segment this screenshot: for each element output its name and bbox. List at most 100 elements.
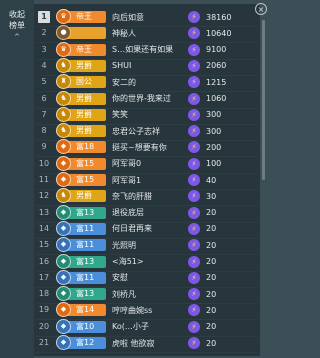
rank-number: 12 bbox=[38, 191, 50, 201]
badge-icon: ◆ bbox=[56, 269, 71, 285]
scrollbar[interactable] bbox=[262, 20, 265, 180]
user-name[interactable]: 挺买~想要有你 bbox=[112, 142, 178, 153]
user-name[interactable]: 哼哼曲婉ss bbox=[112, 305, 178, 316]
lightning-coin-icon: ⚡ bbox=[188, 206, 200, 219]
badge-icon: ◆ bbox=[56, 139, 71, 155]
lightning-coin-icon: ⚡ bbox=[188, 11, 200, 23]
level-badge: ♞ 男爵 bbox=[56, 57, 106, 73]
badge-label: 男爵 bbox=[76, 93, 92, 103]
lightning-coin-icon: ⚡ bbox=[188, 271, 200, 284]
user-badge: ♛ 帝王 bbox=[56, 9, 110, 24]
score-value: 20 bbox=[206, 240, 217, 250]
user-badge: ◆ 富12 bbox=[56, 335, 110, 350]
contribution-score: ⚡ 20 bbox=[188, 337, 258, 349]
badge-icon: ♞ bbox=[56, 188, 71, 204]
level-badge: ◆ 富12 bbox=[56, 335, 106, 350]
user-name[interactable]: 刘桥凡 bbox=[112, 289, 178, 300]
lightning-coin-icon: ⚡ bbox=[188, 108, 200, 121]
user-badge: ◆ 富11 bbox=[56, 269, 110, 285]
rank-number: 13 bbox=[38, 207, 50, 217]
badge-label: 男爵 bbox=[76, 126, 92, 136]
user-badge: ● bbox=[56, 25, 110, 41]
contribution-score: ⚡ 1060 bbox=[188, 92, 258, 105]
lightning-coin-icon: ⚡ bbox=[188, 141, 200, 154]
badge-label: 富12 bbox=[76, 338, 95, 347]
lightning-coin-icon: ⚡ bbox=[188, 190, 200, 203]
user-badge: ♜ 国公 bbox=[56, 74, 110, 90]
contribution-score: ⚡ 300 bbox=[188, 125, 258, 138]
level-badge: ◆ 富15 bbox=[56, 155, 106, 171]
user-badge: ◆ 富11 bbox=[56, 220, 110, 236]
lightning-coin-icon: ⚡ bbox=[188, 59, 200, 72]
badge-label: 男爵 bbox=[76, 109, 92, 119]
level-badge: ◆ 富13 bbox=[56, 286, 106, 302]
user-name[interactable]: 何日君再来 bbox=[112, 223, 178, 234]
score-value: 20 bbox=[206, 208, 217, 218]
collapse-leaderboard-button[interactable]: 收起 榜单 ^ bbox=[3, 9, 31, 43]
badge-icon: ♛ bbox=[56, 9, 71, 24]
rank-number: 6 bbox=[41, 93, 47, 103]
level-badge: ◆ 富14 bbox=[56, 302, 106, 318]
user-name[interactable]: <海51> bbox=[112, 256, 178, 267]
lightning-coin-icon: ⚡ bbox=[188, 239, 200, 252]
contribution-score: ⚡ 20 bbox=[188, 288, 258, 301]
user-name[interactable]: 安慰 bbox=[112, 272, 178, 283]
badge-label: 男爵 bbox=[76, 191, 92, 201]
score-value: 10640 bbox=[206, 28, 232, 38]
score-value: 200 bbox=[206, 142, 222, 152]
badge-label: 富11 bbox=[76, 272, 95, 282]
badge-label: 富14 bbox=[76, 305, 95, 315]
badge-label: 富11 bbox=[76, 223, 95, 233]
score-value: 300 bbox=[206, 126, 222, 136]
lightning-coin-icon: ⚡ bbox=[188, 76, 200, 89]
user-name[interactable]: 你的世界-我来过 bbox=[112, 93, 178, 104]
user-name[interactable]: 向后如意 bbox=[112, 12, 178, 23]
level-badge: ♞ 男爵 bbox=[56, 90, 106, 106]
user-name[interactable]: 阿军哥0 bbox=[112, 158, 178, 169]
user-name[interactable]: 忠君公子志祥 bbox=[112, 126, 178, 137]
score-value: 2060 bbox=[206, 61, 227, 71]
user-name[interactable]: S…如果还有如果 bbox=[112, 44, 178, 55]
contribution-score: ⚡ 20 bbox=[188, 304, 258, 317]
user-name[interactable]: 退役底层 bbox=[112, 207, 178, 218]
score-value: 20 bbox=[206, 257, 217, 266]
lightning-coin-icon: ⚡ bbox=[188, 255, 200, 268]
lightning-coin-icon: ⚡ bbox=[188, 222, 200, 235]
user-name[interactable]: 光照明 bbox=[112, 240, 178, 251]
contribution-score: ⚡ 40 bbox=[188, 174, 258, 186]
badge-label: 富13 bbox=[76, 289, 95, 299]
user-name[interactable]: 奈飞的肝腊 bbox=[112, 191, 178, 202]
badge-label: 富11 bbox=[76, 240, 95, 250]
user-name[interactable]: 笑笑 bbox=[112, 109, 178, 120]
user-badge: ◆ 富18 bbox=[56, 139, 110, 155]
level-badge: ♜ 国公 bbox=[56, 74, 106, 90]
rank-number: 18 bbox=[38, 289, 50, 299]
user-name[interactable]: 虎啦 他欲寂 bbox=[112, 338, 178, 349]
score-value: 1060 bbox=[206, 94, 227, 103]
score-value: 100 bbox=[206, 159, 222, 169]
score-value: 20 bbox=[206, 273, 217, 283]
contribution-score: ⚡ 300 bbox=[188, 108, 258, 121]
user-name[interactable]: 安二的 bbox=[112, 77, 178, 88]
leaderboard-row[interactable]: 21 ◆ 富12 虎啦 他欲寂 ⚡ 20 bbox=[36, 334, 258, 353]
badge-label: 国公 bbox=[76, 77, 92, 87]
rank-number: 19 bbox=[38, 305, 50, 315]
score-value: 1215 bbox=[206, 77, 227, 87]
user-name[interactable]: 神秘人 bbox=[112, 28, 178, 39]
score-value: 20 bbox=[206, 224, 217, 234]
badge-icon: ♞ bbox=[56, 57, 71, 73]
badge-icon: ◆ bbox=[56, 253, 71, 269]
badge-icon: ◆ bbox=[56, 237, 71, 253]
user-name[interactable]: SHUI bbox=[112, 61, 178, 70]
level-badge: ● bbox=[56, 25, 106, 41]
collapse-label: 收起 bbox=[9, 10, 25, 19]
badge-label: 富15 bbox=[76, 175, 95, 184]
badge-icon: ♞ bbox=[56, 106, 71, 122]
level-badge: ◆ 富11 bbox=[56, 269, 106, 285]
rank-number: 5 bbox=[41, 77, 47, 87]
user-name[interactable]: Ko(…小子 bbox=[112, 321, 178, 332]
lightning-coin-icon: ⚡ bbox=[188, 92, 200, 105]
rank-number: 10 bbox=[38, 158, 50, 168]
badge-label: 富10 bbox=[76, 321, 95, 331]
user-name[interactable]: 阿军哥1 bbox=[112, 175, 178, 186]
